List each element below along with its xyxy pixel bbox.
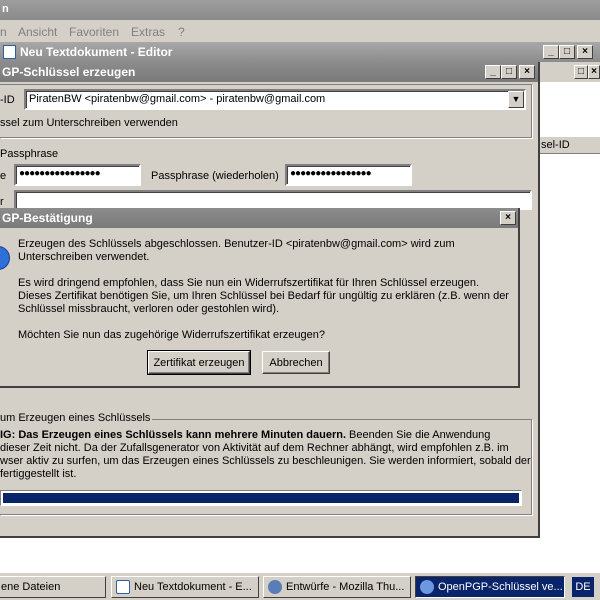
menu-item-favorites[interactable]: Favoriten <box>69 25 119 39</box>
info-icon <box>0 246 10 270</box>
taskbar: ene Dateien Neu Textdokument - E... Entw… <box>0 572 600 600</box>
confirm-close-button[interactable]: × <box>500 211 516 225</box>
taskbar-item-openpgp[interactable]: OpenPGP-Schlüssel ve... <box>415 576 565 598</box>
editor-title: Neu Textdokument - Editor <box>20 45 173 59</box>
user-id-value: PiratenBW <piratenbw@gmail.com> - pirate… <box>29 93 326 105</box>
confirm-dialog: GP-Bestätigung × Erzeugen des Schlüssels… <box>0 208 520 388</box>
openpgp-icon <box>420 580 434 594</box>
user-id-label: -ID <box>0 94 15 106</box>
confirm-line: Dieses Zertifikat benötigen Sie, um Ihre… <box>18 290 509 302</box>
user-id-select[interactable]: PiratenBW <piratenbw@gmail.com> - pirate… <box>24 89 526 110</box>
minimize-button[interactable]: _ <box>543 45 559 59</box>
column-header[interactable]: sel-ID <box>540 136 600 154</box>
explorer-title-bar: n <box>0 0 600 20</box>
notepad-icon <box>3 45 16 59</box>
taskbar-item-label: Neu Textdokument - E... <box>134 581 252 593</box>
confirm-question: Möchten Sie nun das zugehörige Widerrufs… <box>18 329 325 341</box>
thunderbird-icon <box>268 580 282 594</box>
cancel-button[interactable]: Abbrechen <box>262 351 330 374</box>
confirm-line: Unterschreiben verwendet. <box>18 251 150 263</box>
taskbar-item-explorer[interactable]: ene Dateien <box>0 576 106 598</box>
warning-text: IG: Das Erzeugen eines Schlüssels kann m… <box>0 429 531 481</box>
editor-title-bar: Neu Textdokument - Editor _ □ × <box>0 42 600 62</box>
passphrase-repeat-label: Passphrase (wiederholen) <box>151 170 279 182</box>
keygen-maximize-button[interactable]: □ <box>501 65 517 79</box>
progress-bar <box>0 490 522 506</box>
progress-fill <box>3 493 519 503</box>
confirm-title: GP-Bestätigung <box>2 211 93 225</box>
warning-text-1: Beenden Sie die Anwendung <box>346 429 491 441</box>
confirm-title-bar: GP-Bestätigung × <box>0 208 518 228</box>
warning-line: fertiggestellt ist. <box>0 468 77 480</box>
keygen-minimize-button[interactable]: _ <box>485 65 501 79</box>
taskbar-item-editor[interactable]: Neu Textdokument - E... <box>111 576 259 598</box>
editor-menu-strip: □ × <box>540 62 600 82</box>
taskbar-item-label: Entwürfe - Mozilla Thu... <box>286 581 405 593</box>
notepad-icon <box>116 580 130 594</box>
confirm-message: Erzeugen des Schlüssels abgeschlossen. B… <box>18 238 509 342</box>
maximize-button[interactable]: □ <box>559 45 575 59</box>
passphrase-group-label: Passphrase <box>0 148 59 160</box>
doc-close-button[interactable]: × <box>588 65 600 79</box>
passphrase-label: e <box>0 170 7 182</box>
confirm-line: Erzeugen des Schlüssels abgeschlossen. B… <box>18 238 455 250</box>
keygen-close-button[interactable]: × <box>519 65 535 79</box>
close-button[interactable]: × <box>577 45 593 59</box>
menu-item-file[interactable]: n <box>0 25 7 39</box>
menu-item-view[interactable]: Ansicht <box>18 25 57 39</box>
progress-group-label: um Erzeugen eines Schlüssels <box>0 412 153 424</box>
taskbar-item-thunderbird[interactable]: Entwürfe - Mozilla Thu... <box>263 576 411 598</box>
language-indicator[interactable]: DE <box>572 577 594 597</box>
chevron-down-icon[interactable]: ▼ <box>508 91 524 108</box>
sign-checkbox-label[interactable]: ssel zum Unterschreiben verwenden <box>0 117 178 129</box>
warning-line: wser aktiv zu surfen, um das Erzeugen ei… <box>0 455 531 467</box>
keygen-title: GP-Schlüssel erzeugen <box>2 65 136 79</box>
doc-restore-button[interactable]: □ <box>574 65 588 79</box>
confirm-line: Es wird dringend empfohlen, dass Sie nun… <box>18 277 480 289</box>
taskbar-item-label: OpenPGP-Schlüssel ve... <box>438 581 563 593</box>
comment-label: r <box>0 196 4 208</box>
create-certificate-button[interactable]: Zertifikat erzeugen <box>147 350 251 375</box>
comment-input[interactable] <box>14 190 532 210</box>
explorer-title: n <box>2 3 9 15</box>
warning-line: dieser Zeit nicht. Da der Zufallsgenerat… <box>0 442 509 454</box>
confirm-line: Schlüssel missbraucht, verloren oder ges… <box>18 303 280 315</box>
menu-item-extras[interactable]: Extras <box>131 25 165 39</box>
explorer-menu-bar: n Ansicht Favoriten Extras ? <box>0 20 600 42</box>
passphrase-repeat-input[interactable]: ●●●●●●●●●●●●●●●● <box>285 164 412 186</box>
keygen-title-bar: GP-Schlüssel erzeugen _ □ × <box>0 62 538 82</box>
menu-item-help[interactable]: ? <box>178 25 185 39</box>
warning-bold: IG: Das Erzeugen eines Schlüssels kann m… <box>0 429 346 441</box>
passphrase-input[interactable]: ●●●●●●●●●●●●●●●● <box>14 164 141 186</box>
